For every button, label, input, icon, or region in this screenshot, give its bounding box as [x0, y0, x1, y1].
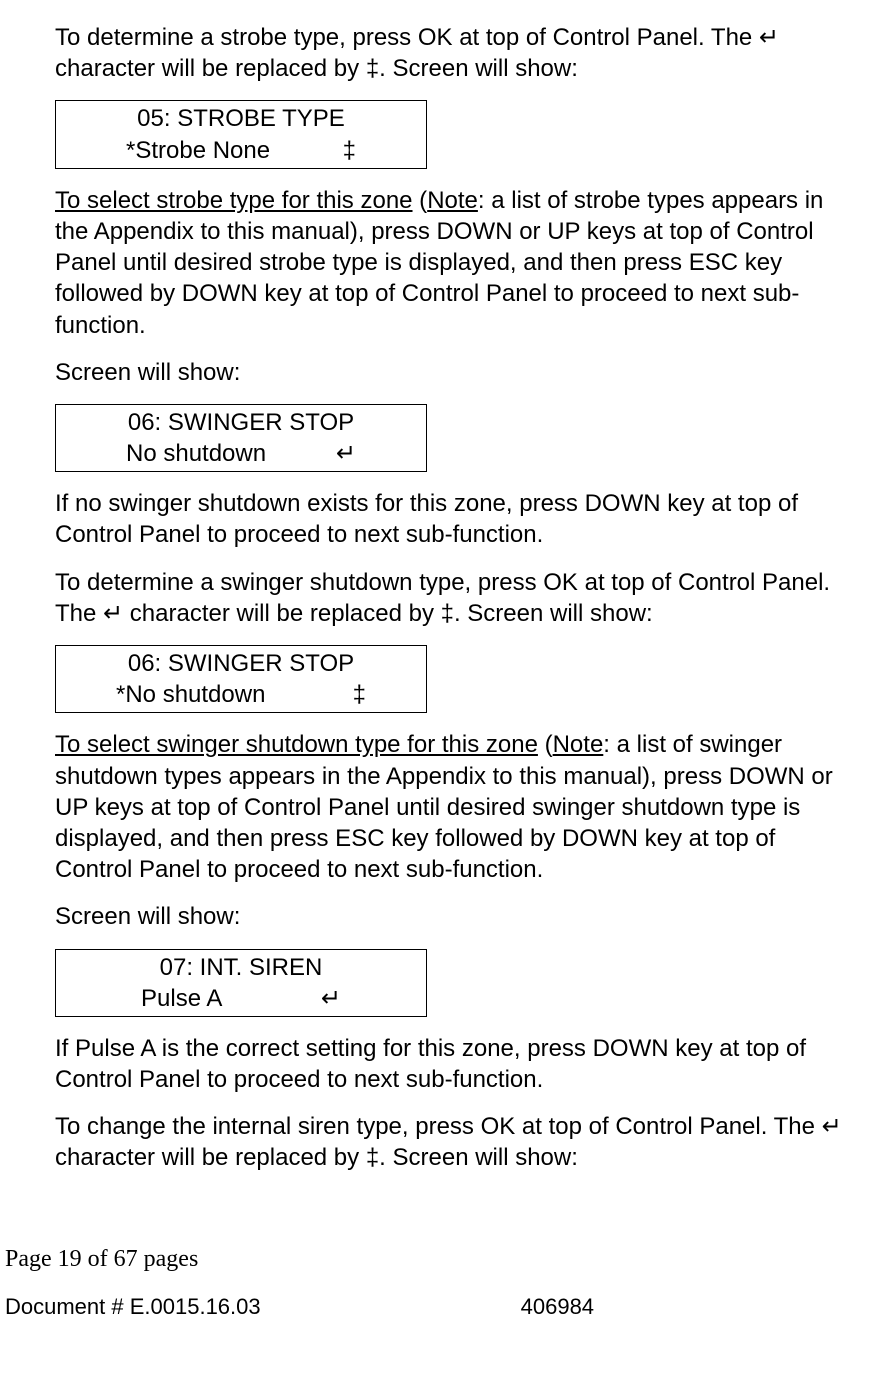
paragraph: Screen will show:: [55, 357, 856, 388]
underlined-text: To select swinger shutdown type for this…: [55, 731, 538, 758]
lcd-line-1: 06: SWINGER STOP: [56, 407, 426, 438]
paragraph: To select strobe type for this zone (Not…: [55, 185, 856, 341]
lcd-indicator: ↵: [336, 438, 356, 469]
lcd-line-1: 07: INT. SIREN: [56, 952, 426, 983]
lcd-screen-box: 05: STROBE TYPE *Strobe None ‡: [55, 100, 427, 168]
paragraph: Screen will show:: [55, 901, 856, 932]
lcd-screen-box: 06: SWINGER STOP No shutdown ↵: [55, 404, 427, 472]
paragraph: To select swinger shutdown type for this…: [55, 729, 856, 885]
lcd-line-1: 06: SWINGER STOP: [56, 648, 426, 679]
document-number: Document # E.0015.16.03: [5, 1293, 261, 1322]
text: (: [538, 731, 553, 758]
lcd-screen-box: 06: SWINGER STOP *No shutdown ‡: [55, 645, 427, 713]
lcd-line-2: *No shutdown ‡: [56, 679, 426, 710]
lcd-line-2: Pulse A ↵: [56, 983, 426, 1014]
paragraph: To determine a swinger shutdown type, pr…: [55, 567, 856, 629]
underlined-text: To select strobe type for this zone: [55, 187, 413, 214]
lcd-indicator: ‡: [353, 679, 366, 710]
paragraph: To change the internal siren type, press…: [55, 1111, 856, 1173]
document-info: Document # E.0015.16.03 406984: [5, 1293, 856, 1322]
underlined-text: Note: [553, 731, 604, 758]
page-number: Page 19 of 67 pages: [5, 1244, 856, 1275]
lcd-indicator: ‡: [343, 135, 356, 166]
text: (: [413, 187, 428, 214]
lcd-screen-box: 07: INT. SIREN Pulse A ↵: [55, 949, 427, 1017]
lcd-value: *Strobe None: [126, 135, 270, 166]
lcd-value: No shutdown: [126, 438, 266, 469]
lcd-value: *No shutdown: [116, 679, 265, 710]
paragraph: If Pulse A is the correct setting for th…: [55, 1033, 856, 1095]
lcd-line-2: No shutdown ↵: [56, 438, 426, 469]
revision-number: 406984: [521, 1293, 594, 1322]
lcd-indicator: ↵: [321, 983, 341, 1014]
page-footer: Page 19 of 67 pages Document # E.0015.16…: [5, 1244, 856, 1322]
paragraph: If no swinger shutdown exists for this z…: [55, 488, 856, 550]
lcd-line-2: *Strobe None ‡: [56, 135, 426, 166]
paragraph: To determine a strobe type, press OK at …: [55, 22, 856, 84]
underlined-text: Note: [427, 187, 478, 214]
lcd-value: Pulse A: [141, 983, 222, 1014]
lcd-line-1: 05: STROBE TYPE: [56, 103, 426, 134]
